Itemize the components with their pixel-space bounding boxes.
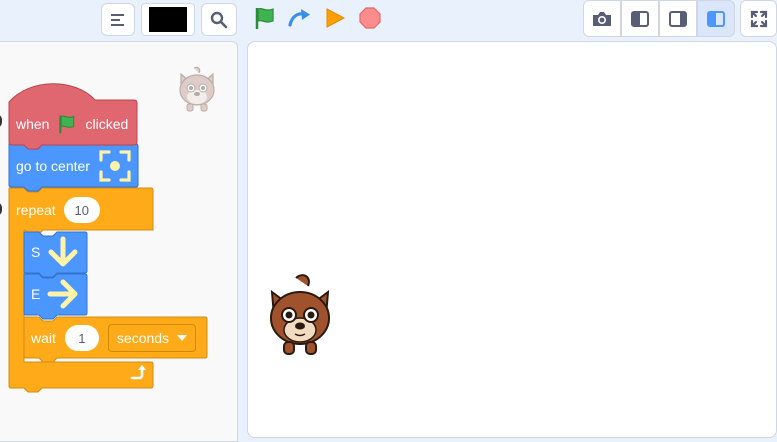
toolbar: [0, 0, 777, 40]
step-arrow-icon: [288, 9, 310, 27]
search-button[interactable]: [201, 3, 237, 36]
repeat-label: repeat: [16, 202, 56, 218]
menu-button[interactable]: [101, 3, 135, 36]
green-flag-button[interactable]: [252, 5, 278, 31]
script-area[interactable]: when clicked go to center repeat 10 S E …: [0, 41, 238, 442]
fullscreen-button[interactable]: [740, 0, 777, 37]
green-flag-icon: [59, 115, 75, 134]
step-button[interactable]: [287, 5, 313, 31]
move-s-label: S: [31, 244, 41, 260]
go-to-center-block[interactable]: go to center: [16, 148, 132, 184]
green-flag-icon: [255, 7, 274, 29]
hamburger-icon: [111, 13, 124, 26]
caret-down-icon: [177, 335, 188, 341]
wait-unit-dropdown[interactable]: seconds: [107, 324, 197, 352]
hat-when-label: when: [16, 116, 50, 132]
magnifier-icon: [210, 11, 228, 28]
repeat-count-input[interactable]: 10: [63, 197, 100, 223]
stop-octagon-icon: [359, 7, 381, 29]
layout-left-icon: [631, 10, 649, 27]
move-east-block[interactable]: E: [31, 275, 80, 313]
pen-color-swatch: [149, 7, 187, 32]
center-target-icon: [99, 150, 131, 182]
wait-block[interactable]: wait 1 seconds: [31, 324, 197, 352]
play-button[interactable]: [322, 5, 348, 31]
wait-value-input[interactable]: 1: [64, 325, 99, 351]
arrow-down-icon: [48, 236, 78, 267]
wait-unit-label: seconds: [116, 330, 170, 346]
layout-left-button[interactable]: [621, 0, 659, 37]
goto-label: go to center: [16, 158, 90, 174]
play-triangle-icon: [326, 8, 346, 28]
stop-button[interactable]: [357, 5, 383, 31]
screenshot-button[interactable]: [583, 0, 621, 37]
layout-small-stage-icon: [707, 10, 725, 27]
pen-color-picker[interactable]: [141, 3, 195, 36]
repeat-block[interactable]: repeat 10: [16, 196, 100, 224]
arrow-right-icon: [47, 279, 78, 309]
layout-right-icon: [669, 10, 687, 27]
dog-sprite[interactable]: [266, 270, 334, 367]
camera-icon: [593, 11, 611, 26]
layout-right-button[interactable]: [659, 0, 697, 37]
fullscreen-icon: [750, 10, 767, 27]
layout-small-stage-button[interactable]: [697, 0, 735, 37]
dog-sprite-icon: [270, 274, 330, 355]
when-flag-clicked-block[interactable]: when clicked: [16, 113, 128, 135]
stage[interactable]: [247, 41, 777, 438]
view-mode-group: [583, 0, 735, 37]
move-e-label: E: [31, 286, 41, 302]
hat-clicked-label: clicked: [85, 116, 129, 132]
wait-label: wait: [31, 330, 56, 346]
move-south-block[interactable]: S: [31, 233, 80, 271]
